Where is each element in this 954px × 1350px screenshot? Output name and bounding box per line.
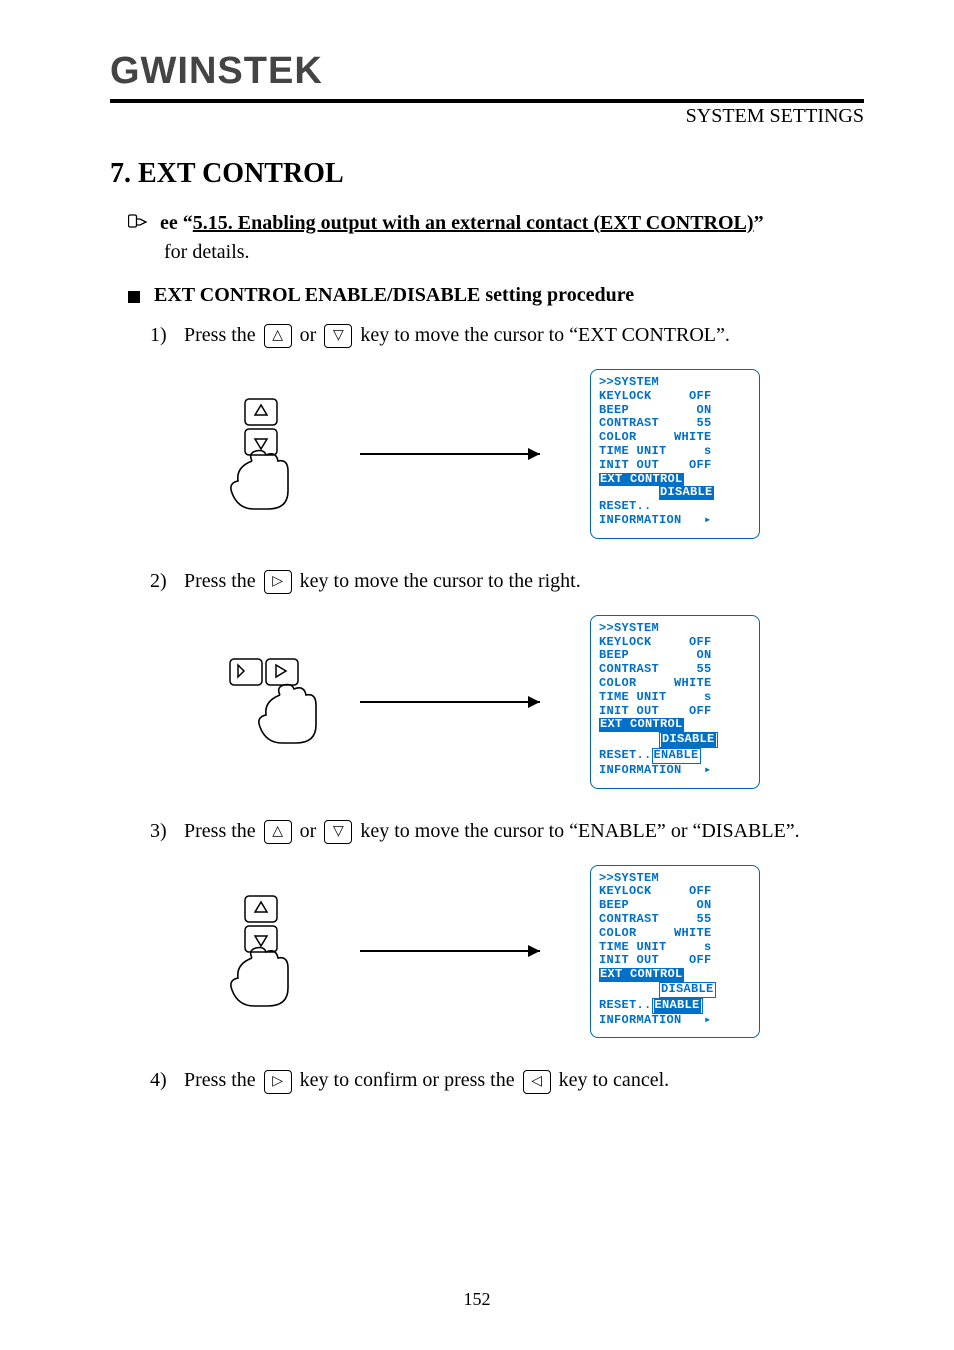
arrow-right-icon bbox=[360, 941, 560, 961]
step-text: or bbox=[295, 324, 322, 346]
step-3: 3)Press the △ or ▽ key to move the curso… bbox=[150, 815, 864, 847]
step-1: 1)Press the △ or ▽ key to move the curso… bbox=[150, 319, 864, 351]
header-rule-thick bbox=[110, 99, 864, 103]
step-text: Press the bbox=[184, 1069, 261, 1091]
lcd-screen-1: >>SYSTEM KEYLOCK OFF BEEP ON CONTRAST 55… bbox=[590, 369, 760, 539]
step-text: key to confirm or press the bbox=[295, 1069, 520, 1091]
lcd-screen-2: >>SYSTEM KEYLOCK OFF BEEP ON CONTRAST 55… bbox=[590, 615, 760, 789]
pointer-continuation: for details. bbox=[164, 241, 864, 264]
brand-logo: GWINSTEK bbox=[110, 50, 864, 93]
up-key-icon: △ bbox=[264, 820, 292, 844]
step-text: key to move the cursor to the right. bbox=[295, 570, 581, 592]
pointer-suffix: ” bbox=[754, 212, 764, 234]
press-up-down-icon bbox=[190, 389, 330, 519]
diagram-step-3: >>SYSTEM KEYLOCK OFF BEEP ON CONTRAST 55… bbox=[190, 865, 864, 1039]
up-key-icon: △ bbox=[264, 324, 292, 348]
step-text: or bbox=[295, 820, 322, 842]
page-number: 152 bbox=[0, 1289, 954, 1310]
step-number: 1) bbox=[150, 319, 184, 351]
arrow-right-icon bbox=[360, 444, 560, 464]
pointer-prefix: ee “ bbox=[160, 212, 193, 234]
step-4: 4)Press the ▷ key to confirm or press th… bbox=[150, 1064, 864, 1096]
step-number: 4) bbox=[150, 1064, 184, 1096]
header-section: SYSTEM SETTINGS bbox=[110, 105, 864, 128]
pointer-link: 5.15. Enabling output with an external c… bbox=[193, 212, 754, 234]
step-number: 2) bbox=[150, 565, 184, 597]
lcd-screen-3: >>SYSTEM KEYLOCK OFF BEEP ON CONTRAST 55… bbox=[590, 865, 760, 1039]
down-key-icon: ▽ bbox=[324, 324, 352, 348]
right-key-icon: ▷ bbox=[264, 570, 292, 594]
hand-pointer-icon bbox=[128, 213, 152, 231]
right-key-icon: ▷ bbox=[264, 1070, 292, 1094]
down-key-icon: ▽ bbox=[324, 820, 352, 844]
left-key-icon: ◁ bbox=[523, 1070, 551, 1094]
procedure-title: EXT CONTROL ENABLE/DISABLE setting proce… bbox=[154, 284, 634, 307]
press-up-down-icon bbox=[190, 886, 330, 1016]
press-right-icon bbox=[190, 637, 330, 767]
arrow-right-icon bbox=[360, 692, 560, 712]
step-text: key to move the cursor to “EXT CONTROL”. bbox=[355, 324, 730, 346]
section-title: 7. EXT CONTROL bbox=[110, 158, 864, 190]
step-2: 2)Press the ▷ key to move the cursor to … bbox=[150, 565, 864, 597]
step-text: Press the bbox=[184, 820, 261, 842]
pointer-text: ee “5.15. Enabling output with an extern… bbox=[160, 210, 764, 237]
step-text: Press the bbox=[184, 570, 261, 592]
step-text: key to cancel. bbox=[554, 1069, 670, 1091]
diagram-step-2: >>SYSTEM KEYLOCK OFF BEEP ON CONTRAST 55… bbox=[190, 615, 864, 789]
step-text: key to move the cursor to “ENABLE” or “D… bbox=[355, 820, 799, 842]
diagram-step-1: >>SYSTEM KEYLOCK OFF BEEP ON CONTRAST 55… bbox=[190, 369, 864, 539]
step-text: Press the bbox=[184, 324, 261, 346]
step-number: 3) bbox=[150, 815, 184, 847]
square-bullet-icon bbox=[128, 291, 140, 303]
